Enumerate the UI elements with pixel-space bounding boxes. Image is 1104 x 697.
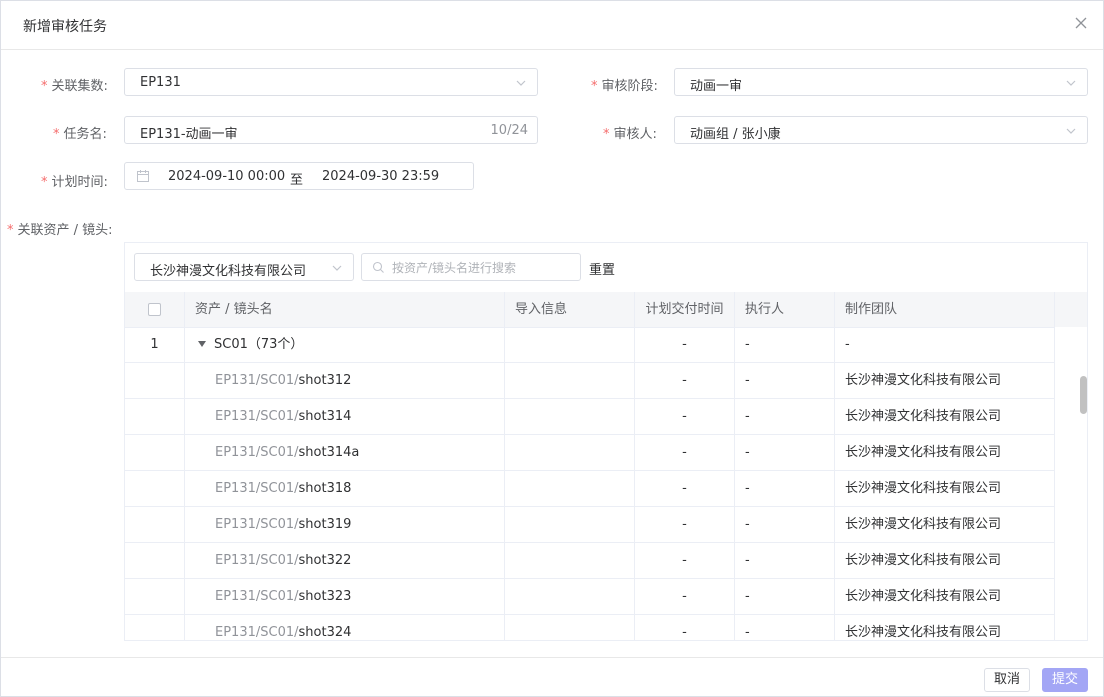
- team-cell: 长沙神漫文化科技有限公司: [835, 579, 1055, 614]
- column-header-team: 制作团队: [835, 292, 1055, 327]
- chevron-down-icon: [516, 80, 526, 86]
- assignee-cell: -: [735, 507, 835, 542]
- assignee-cell: -: [735, 435, 835, 470]
- column-header-import: 导入信息: [505, 292, 635, 327]
- team-cell: 长沙神漫文化科技有限公司: [835, 543, 1055, 578]
- chevron-down-icon: [332, 265, 342, 271]
- asset-search-input[interactable]: [390, 258, 574, 278]
- team-cell: 长沙神漫文化科技有限公司: [835, 507, 1055, 542]
- table-header: 资产 / 镜头名 导入信息 计划交付时间 执行人 制作团队: [125, 292, 1087, 328]
- due-cell: -: [635, 507, 735, 542]
- reviewer-select[interactable]: 动画组 / 张小康: [674, 116, 1088, 144]
- reset-button[interactable]: 重置: [589, 259, 615, 278]
- asset-search-box[interactable]: [361, 253, 581, 281]
- assets-label: * 关联资产 / 镜头:: [7, 223, 113, 238]
- close-icon[interactable]: [1071, 13, 1091, 33]
- assets-panel: 长沙神漫文化科技有限公司 重置 资产 / 镜头名 导入信息 计划交付时间 执行人…: [124, 242, 1088, 641]
- column-header-due: 计划交付时间: [635, 292, 735, 327]
- table-row[interactable]: EP131/SC01/shot322 - - 长沙神漫文化科技有限公司: [125, 543, 1055, 579]
- asset-name-cell: EP131/SC01/shot323: [185, 579, 505, 614]
- add-review-task-dialog: 新增审核任务 * 关联集数: EP131 * 审核阶段: 动画一审 * 任务名: EP…: [0, 0, 1104, 697]
- select-all-cell: [125, 292, 185, 327]
- table-body: 1 SC01（73个） - - - EP131/SC01/shot312 - -…: [125, 327, 1055, 640]
- assignee-cell: -: [735, 543, 835, 578]
- table-row[interactable]: EP131/SC01/shot319 - - 长沙神漫文化科技有限公司: [125, 507, 1055, 543]
- assignee-cell: -: [735, 327, 835, 362]
- assignee-cell: -: [735, 615, 835, 640]
- asset-name-cell: EP131/SC01/shot322: [185, 543, 505, 578]
- assignee-cell: -: [735, 579, 835, 614]
- search-icon: [372, 261, 384, 273]
- select-all-checkbox[interactable]: [148, 303, 161, 316]
- table-row[interactable]: EP131/SC01/shot314 - - 长沙神漫文化科技有限公司: [125, 399, 1055, 435]
- reviewer-value: 动画组 / 张小康: [690, 127, 781, 142]
- asset-name-cell: EP131/SC01/shot314a: [185, 435, 505, 470]
- chevron-down-icon: [1066, 80, 1076, 86]
- team-cell: 长沙神漫文化科技有限公司: [835, 471, 1055, 506]
- asset-name-cell: EP131/SC01/shot319: [185, 507, 505, 542]
- assignee-cell: -: [735, 363, 835, 398]
- stage-value: 动画一审: [690, 79, 743, 94]
- table-row[interactable]: EP131/SC01/shot318 - - 长沙神漫文化科技有限公司: [125, 471, 1055, 507]
- asset-name-cell: EP131/SC01/shot312: [185, 363, 505, 398]
- range-separator: 至: [290, 173, 304, 188]
- plan-start-date[interactable]: 2024-09-10 00:00: [168, 169, 285, 184]
- cancel-button[interactable]: 取消: [984, 668, 1030, 692]
- team-cell: -: [835, 327, 1055, 362]
- task-name-char-count: 10/24: [490, 123, 528, 138]
- asset-name-cell: EP131/SC01/shot318: [185, 471, 505, 506]
- episode-select[interactable]: EP131: [124, 68, 538, 96]
- company-value: 长沙神漫文化科技有限公司: [150, 264, 307, 279]
- task-name-label: * 任务名:: [53, 127, 107, 142]
- due-cell: -: [635, 363, 735, 398]
- chevron-down-icon: [1066, 128, 1076, 134]
- table-scrollbar-track[interactable]: [1055, 327, 1087, 640]
- assignee-cell: -: [735, 399, 835, 434]
- assets-table: 资产 / 镜头名 导入信息 计划交付时间 执行人 制作团队 1 SC01（73个…: [125, 292, 1087, 640]
- due-cell: -: [635, 543, 735, 578]
- episode-value: EP131: [140, 75, 181, 90]
- table-scrollbar-thumb[interactable]: [1080, 376, 1087, 414]
- due-cell: -: [635, 435, 735, 470]
- asset-name-cell: EP131/SC01/shot314: [185, 399, 505, 434]
- team-cell: 长沙神漫文化科技有限公司: [835, 399, 1055, 434]
- calendar-icon: [137, 170, 149, 182]
- assignee-cell: -: [735, 471, 835, 506]
- column-header-asset: 资产 / 镜头名: [185, 292, 505, 327]
- table-row[interactable]: EP131/SC01/shot314a - - 长沙神漫文化科技有限公司: [125, 435, 1055, 471]
- company-select[interactable]: 长沙神漫文化科技有限公司: [134, 253, 354, 281]
- team-cell: 长沙神漫文化科技有限公司: [835, 615, 1055, 640]
- task-name-input[interactable]: EP131-动画一审 10/24: [124, 116, 538, 144]
- plan-time-range-picker[interactable]: 2024-09-10 00:00 至 2024-09-30 23:59: [124, 162, 474, 190]
- table-row[interactable]: EP131/SC01/shot324 - - 长沙神漫文化科技有限公司: [125, 615, 1055, 640]
- table-row[interactable]: EP131/SC01/shot323 - - 长沙神漫文化科技有限公司: [125, 579, 1055, 615]
- scroll-gutter-header: [1055, 292, 1087, 327]
- group-name-cell: SC01（73个）: [185, 327, 505, 362]
- team-cell: 长沙神漫文化科技有限公司: [835, 435, 1055, 470]
- due-cell: -: [635, 615, 735, 640]
- submit-button[interactable]: 提交: [1042, 668, 1088, 692]
- plan-time-label: * 计划时间:: [41, 175, 108, 190]
- due-cell: -: [635, 327, 735, 362]
- due-cell: -: [635, 471, 735, 506]
- column-header-assignee: 执行人: [735, 292, 835, 327]
- asset-name-cell: EP131/SC01/shot324: [185, 615, 505, 640]
- due-cell: -: [635, 579, 735, 614]
- table-row[interactable]: EP131/SC01/shot312 - - 长沙神漫文化科技有限公司: [125, 363, 1055, 399]
- task-name-value: EP131-动画一审: [140, 127, 238, 142]
- row-index: 1: [125, 327, 185, 362]
- dialog-header: 新增审核任务: [1, 1, 1103, 50]
- plan-end-date[interactable]: 2024-09-30 23:59: [322, 169, 439, 184]
- stage-label: * 审核阶段:: [591, 79, 658, 94]
- dialog-title: 新增审核任务: [23, 19, 107, 35]
- caret-down-icon[interactable]: [198, 340, 206, 347]
- episode-label: * 关联集数:: [41, 79, 108, 94]
- due-cell: -: [635, 399, 735, 434]
- team-cell: 长沙神漫文化科技有限公司: [835, 363, 1055, 398]
- table-group-row[interactable]: 1 SC01（73个） - - -: [125, 327, 1055, 363]
- import-info-cell: [505, 327, 635, 362]
- stage-select[interactable]: 动画一审: [674, 68, 1088, 96]
- dialog-footer: 取消 提交: [1, 657, 1103, 697]
- reviewer-label: * 审核人:: [603, 127, 657, 142]
